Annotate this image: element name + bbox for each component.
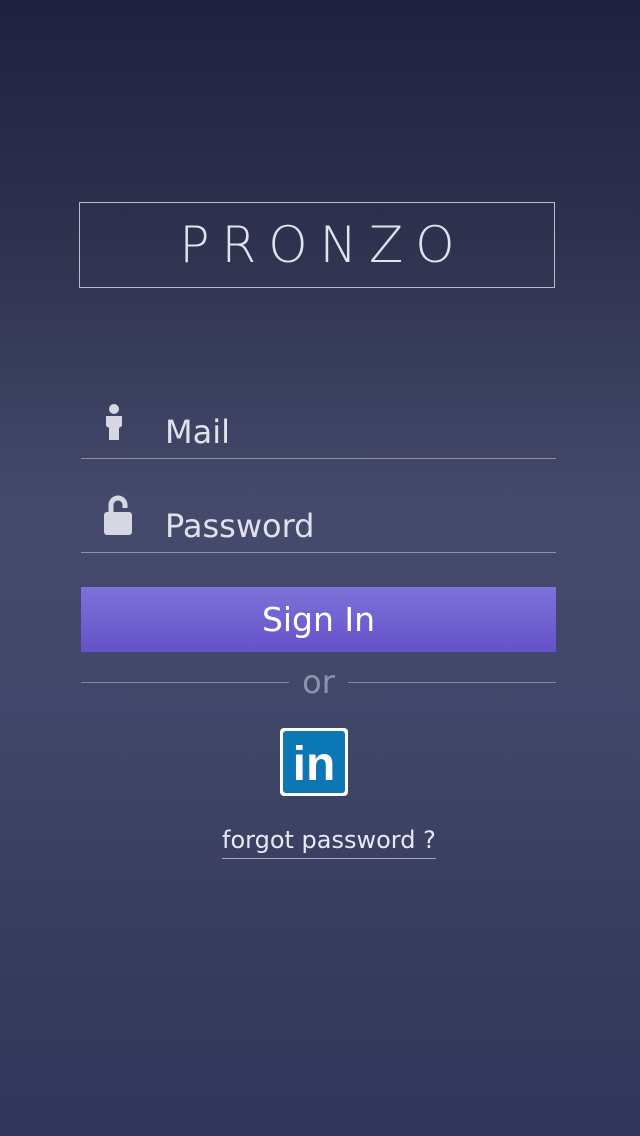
mail-field [81, 388, 556, 459]
forgot-password-link[interactable]: forgot password ? [222, 826, 436, 859]
linkedin-logo-text: in [293, 738, 336, 791]
app-logo-text: PRONZO [179, 216, 467, 274]
password-field [81, 482, 556, 553]
unlocked-padlock-icon [103, 494, 133, 540]
linkedin-login-button[interactable]: in [280, 728, 348, 796]
mail-input[interactable] [165, 410, 545, 454]
or-separator: or [81, 660, 556, 704]
password-input[interactable] [165, 504, 545, 548]
logo-box: PRONZO [79, 202, 555, 288]
sign-in-button[interactable]: Sign In [81, 587, 556, 652]
separator-line-right [348, 682, 556, 683]
linkedin-icon: in [280, 728, 348, 796]
person-icon [103, 404, 125, 446]
